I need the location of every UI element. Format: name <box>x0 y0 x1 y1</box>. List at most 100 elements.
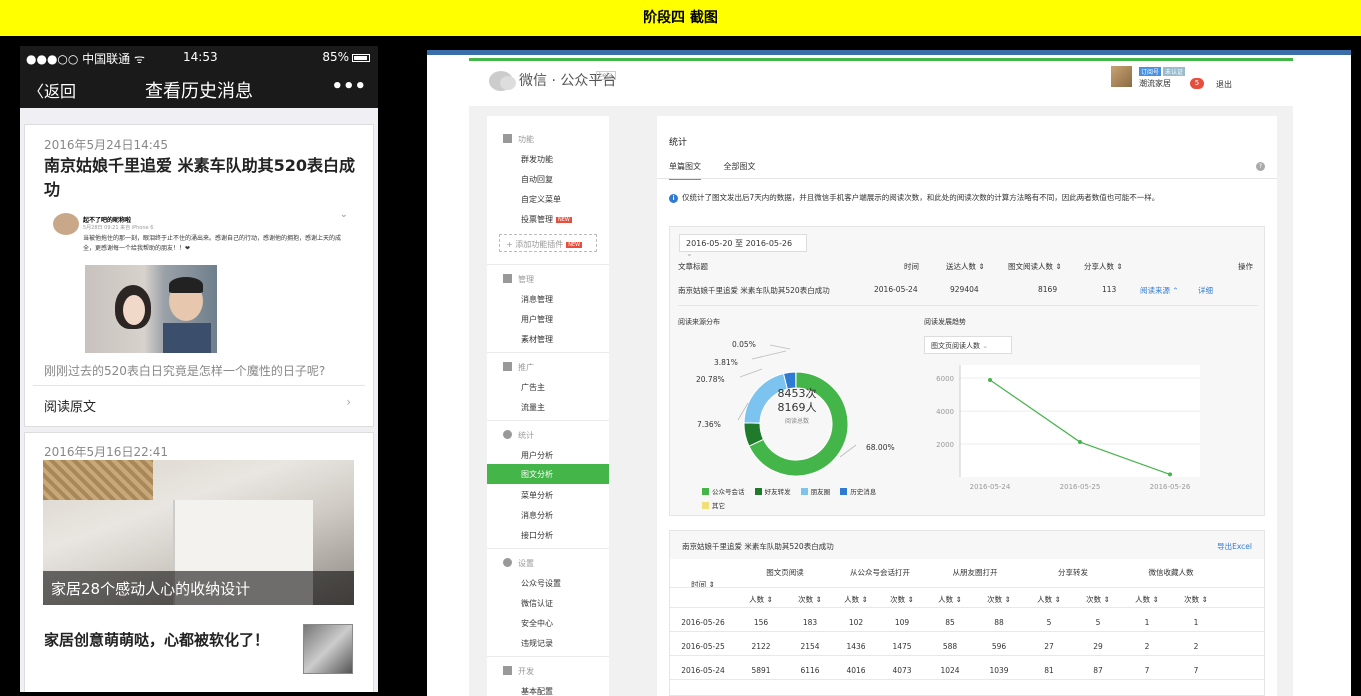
detail-link[interactable]: 详细 <box>1198 285 1213 296</box>
info-notice: i 仅统计了图文发出后7天内的数据，并且微信手机客户端展示的阅读次数，和此处的阅读… <box>669 192 1159 203</box>
page-title: 统计 <box>669 138 688 148</box>
metric-select[interactable]: 图文页阅读人数 ⌄ <box>924 336 1012 354</box>
sidebar-item[interactable]: 消息管理 <box>521 294 553 305</box>
x-tick-label: 2016-05-24 <box>970 483 1011 491</box>
sidebar-item[interactable]: 微信认证 <box>521 598 553 609</box>
sidebar-item[interactable]: 公众号设置 <box>521 578 561 589</box>
sidebar-item[interactable]: 安全中心 <box>521 618 553 629</box>
brand-tag: beta <box>596 71 616 80</box>
sidebar-group-settings: 设置 <box>503 558 534 569</box>
leader-line <box>751 350 787 360</box>
sidebar-item[interactable]: 投票管理 NEW <box>521 214 572 225</box>
chevron-down-icon[interactable]: ⌄ <box>340 209 348 220</box>
table-cell: 2 <box>1144 642 1150 651</box>
pie-icon <box>503 430 512 439</box>
card-title[interactable]: 南京姑娘千里追爱 米素车队助其520表白成功 <box>44 154 364 202</box>
megaphone-icon <box>503 362 512 371</box>
article-thumbnail[interactable] <box>303 624 353 674</box>
table-cell: 156 <box>753 618 769 627</box>
pct-label: 3.81% <box>714 358 738 367</box>
table-cell: 7 <box>1144 666 1150 675</box>
table-cell: 29 <box>1093 642 1103 651</box>
battery: 85% <box>322 50 370 64</box>
sidebar-group-functions: 功能 <box>503 134 534 145</box>
gear-icon <box>503 558 512 567</box>
sidebar-item[interactable]: 接口分析 <box>521 530 553 541</box>
battery-icon <box>352 53 370 62</box>
help-icon[interactable]: ? <box>1256 162 1265 171</box>
sub-header: 次数 ⇕ <box>1184 595 1208 604</box>
sidebar-group-promote: 推广 <box>503 362 534 373</box>
account-name[interactable]: 潮流家居 <box>1139 78 1171 89</box>
table-cell: 1024 <box>940 666 960 675</box>
sidebar-item[interactable]: 素材管理 <box>521 334 553 345</box>
data-point[interactable] <box>1168 472 1172 477</box>
comment-meta: 5月28日 09:21 来自 iPhone 6 <box>83 225 154 231</box>
sidebar-item[interactable]: 流量主 <box>521 402 545 413</box>
sidebar-group-manage: 管理 <box>503 274 534 285</box>
history-card[interactable]: 2016年5月24日14:45 南京姑娘千里追爱 米素车队助其520表白成功 起… <box>24 124 374 427</box>
table-cell: 109 <box>894 618 910 627</box>
sidebar-item[interactable]: 用户管理 <box>521 314 553 325</box>
table-cell: 6116 <box>800 666 820 675</box>
column-header: 时间 ⇕ <box>691 580 715 589</box>
sub-header: 次数 ⇕ <box>798 595 822 604</box>
y-tick-label: 4000 <box>936 408 954 416</box>
card-date: 2016年5月24日14:45 <box>44 138 169 152</box>
group-header: 从公众号会话打开 <box>850 568 910 577</box>
cover-caption[interactable]: 家居28个感动人心的收纳设计 <box>43 571 354 605</box>
sidebar-item[interactable]: 基本配置 <box>521 686 553 696</box>
table-cell: 102 <box>848 618 864 627</box>
table-cell: 5891 <box>751 666 771 675</box>
data-point[interactable] <box>1078 440 1082 445</box>
table-cell: 2 <box>1193 642 1199 651</box>
group-header: 微信收藏人数 <box>1148 568 1194 577</box>
read-source-link[interactable]: 阅读来源 ⌃ <box>1140 285 1179 296</box>
table-cell: 1 <box>1193 618 1199 627</box>
add-plugin-button[interactable]: + 添加功能插件 NEW <box>499 234 597 252</box>
sidebar-item[interactable]: 群发功能 <box>521 154 553 165</box>
card-desc: 刚刚过去的520表白日究竟是怎样一个魔性的日子呢? <box>44 364 326 378</box>
table-cell: 1475 <box>892 642 912 651</box>
article-title[interactable]: 家居创意萌萌哒，心都被软化了！ <box>44 629 269 650</box>
data-point[interactable] <box>988 377 992 382</box>
table-cell: 2154 <box>800 642 820 651</box>
message-count-badge[interactable]: 5 <box>1190 78 1204 89</box>
sidebar-item-active[interactable]: 图文分析 <box>487 464 609 484</box>
sub-header: 次数 ⇕ <box>890 595 914 604</box>
read-more-link[interactable]: 阅读原文 › <box>33 385 365 415</box>
history-card[interactable]: 2016年5月16日22:41 家居28个感动人心的收纳设计 家居创意萌萌哒，心… <box>24 432 374 692</box>
table-cell: 7 <box>1193 666 1199 675</box>
sidebar-item[interactable]: 自定义菜单 <box>521 194 561 205</box>
nav-title: 查看历史消息 <box>145 81 253 102</box>
sidebar-item[interactable]: 消息分析 <box>521 510 553 521</box>
export-excel-link[interactable]: 导出Excel <box>1217 541 1252 552</box>
table-cell: 4073 <box>892 666 912 675</box>
sidebar-group-dev: 开发 <box>503 666 534 677</box>
sidebar-item[interactable]: 违规记录 <box>521 638 553 649</box>
account-avatar[interactable] <box>1111 66 1132 87</box>
card-date: 2016年5月16日22:41 <box>44 445 169 459</box>
carrier: ●●●○○ 中国联通 ᯤ <box>26 52 145 66</box>
leader-line <box>739 368 763 378</box>
table-cell: 27 <box>1044 642 1054 651</box>
nav-bar: 〈返回 查看历史消息 ••• <box>20 68 378 108</box>
sidebar-group-stats: 统计 <box>503 430 534 441</box>
logout-link[interactable]: 退出 <box>1216 79 1232 90</box>
tab-all[interactable]: 全部图文 <box>724 162 756 171</box>
sub-header: 人数 ⇕ <box>1135 595 1159 604</box>
pct-label: 68.00% <box>866 443 895 452</box>
sidebar-item[interactable]: 用户分析 <box>521 450 553 461</box>
sidebar-item[interactable]: 广告主 <box>521 382 545 393</box>
grid-icon <box>503 134 512 143</box>
sidebar-item[interactable]: 自动回复 <box>521 174 553 185</box>
sidebar: 功能 群发功能 自动回复 自定义菜单 投票管理 NEW + 添加功能插件 NEW 管… <box>487 116 609 696</box>
more-icon[interactable]: ••• <box>331 76 366 97</box>
table-cell: 85 <box>945 618 955 627</box>
sub-header: 次数 ⇕ <box>987 595 1011 604</box>
date-range-picker[interactable]: 2016-05-20 至 2016-05-26 ⌄ <box>679 234 807 258</box>
table-cell: 4016 <box>846 666 866 675</box>
y-tick-label: 2000 <box>936 441 954 449</box>
sidebar-item[interactable]: 菜单分析 <box>521 490 553 501</box>
status-bar: ●●●○○ 中国联通 ᯤ 14:53 85% <box>20 46 378 68</box>
